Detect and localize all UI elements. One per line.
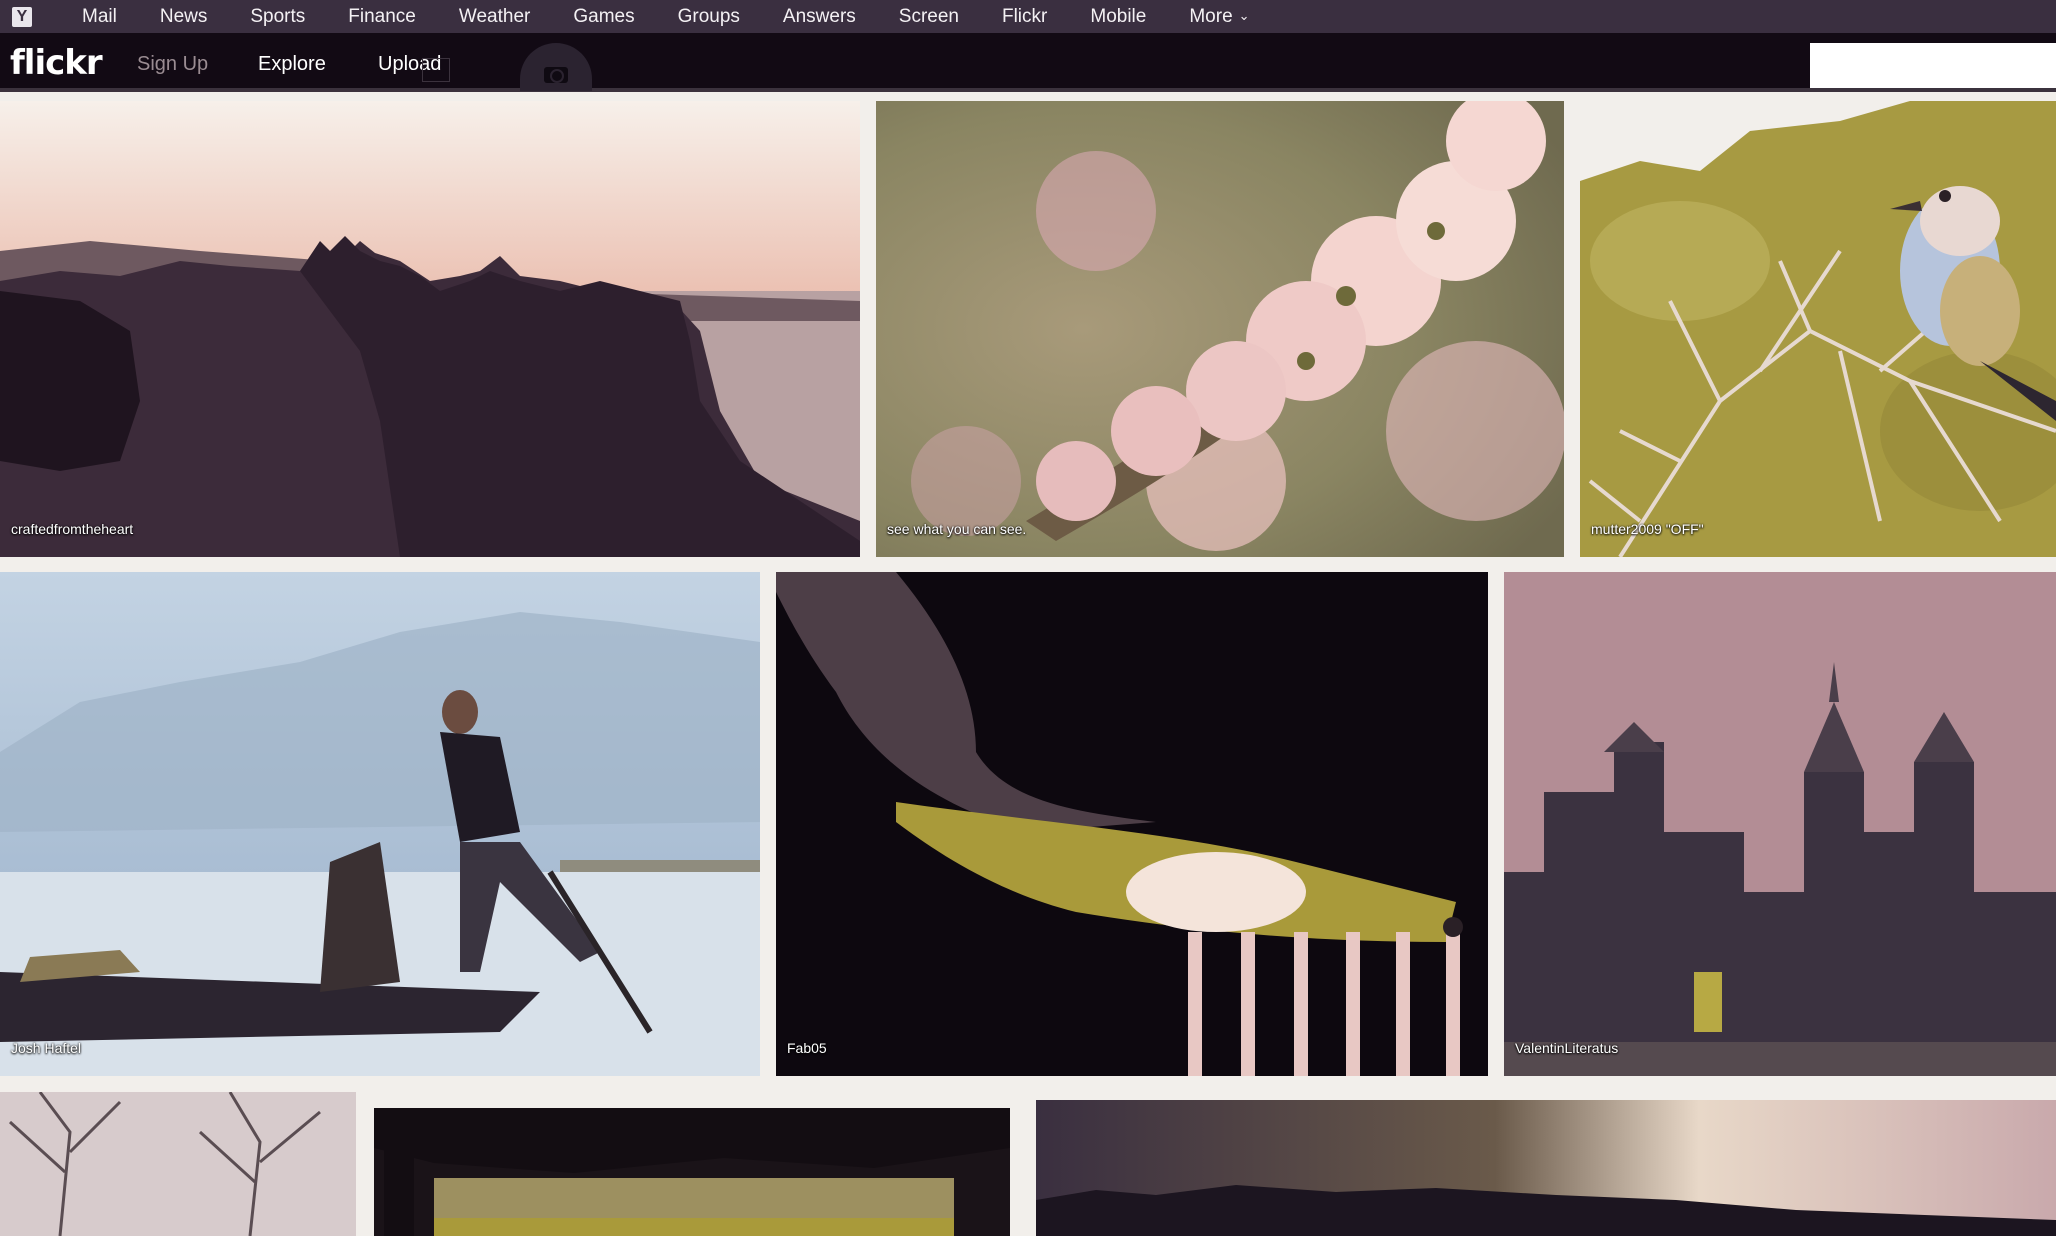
yahoo-nav-groups[interactable]: Groups xyxy=(678,6,740,28)
photo-caption[interactable]: Josh Haftel xyxy=(11,1040,81,1056)
yahoo-nav-games[interactable]: Games xyxy=(573,6,634,28)
search-input[interactable] xyxy=(1810,43,2056,88)
skyline-photo xyxy=(1504,572,2056,1076)
signup-link[interactable]: Sign Up xyxy=(137,53,208,76)
camera-icon[interactable] xyxy=(520,43,592,91)
photo-caption[interactable]: see what you can see. xyxy=(887,521,1026,537)
yahoo-logo-icon[interactable]: Y xyxy=(12,6,32,27)
photo-tile[interactable] xyxy=(0,1092,356,1236)
yahoo-nav-answers[interactable]: Answers xyxy=(783,6,856,28)
yahoo-nav-sports[interactable]: Sports xyxy=(250,6,305,28)
flickr-page: Y Mail News Sports Finance Weather Games… xyxy=(0,0,2056,1236)
photo-tile[interactable]: see what you can see. xyxy=(876,101,1564,557)
yahoo-nav-weather[interactable]: Weather xyxy=(459,6,530,28)
yahoo-nav-screen[interactable]: Screen xyxy=(899,6,959,28)
yahoo-top-bar: Y Mail News Sports Finance Weather Games… xyxy=(0,0,2056,33)
photo-tile[interactable]: craftedfromtheheart xyxy=(0,101,860,557)
photo-tile[interactable] xyxy=(374,1108,1010,1236)
yahoo-nav-flickr[interactable]: Flickr xyxy=(1002,6,1047,28)
photo-tile[interactable]: ValentinLiteratus xyxy=(1504,572,2056,1076)
yahoo-nav-finance[interactable]: Finance xyxy=(348,6,416,28)
yahoo-nav-mobile[interactable]: Mobile xyxy=(1090,6,1146,28)
chevron-down-icon: ⌄ xyxy=(1238,7,1250,23)
matches-photo xyxy=(776,572,1488,1076)
yahoo-nav-mail[interactable]: Mail xyxy=(82,6,117,28)
upload-box-icon xyxy=(422,58,450,82)
explore-link[interactable]: Explore xyxy=(258,53,326,76)
flickr-logo[interactable]: flickr xyxy=(10,43,103,83)
bird-photo xyxy=(1580,101,2056,557)
cherry-blossom-photo xyxy=(876,101,1564,557)
yahoo-nav-more[interactable]: More ⌄ xyxy=(1189,6,1249,28)
yahoo-nav-more-label: More xyxy=(1189,5,1233,27)
field-photo xyxy=(374,1108,1010,1236)
castle-photo xyxy=(0,101,860,557)
fisherman-photo xyxy=(0,572,760,1076)
photo-tile[interactable] xyxy=(1036,1100,2056,1236)
yahoo-nav: Mail News Sports Finance Weather Games G… xyxy=(82,6,1293,28)
photo-tile[interactable]: Fab05 xyxy=(776,572,1488,1076)
flickr-header: flickr Sign Up Explore Upload xyxy=(0,33,2056,92)
photo-caption[interactable]: mutter2009 "OFF" xyxy=(1591,521,1704,537)
photo-tile[interactable]: Josh Haftel xyxy=(0,572,760,1076)
yahoo-nav-news[interactable]: News xyxy=(160,6,208,28)
sunset-photo xyxy=(1036,1100,2056,1236)
photo-caption[interactable]: craftedfromtheheart xyxy=(11,521,133,537)
photo-caption[interactable]: ValentinLiteratus xyxy=(1515,1040,1618,1056)
trees-photo xyxy=(0,1092,356,1236)
photo-caption[interactable]: Fab05 xyxy=(787,1040,827,1056)
photo-tile[interactable]: mutter2009 "OFF" xyxy=(1580,101,2056,557)
